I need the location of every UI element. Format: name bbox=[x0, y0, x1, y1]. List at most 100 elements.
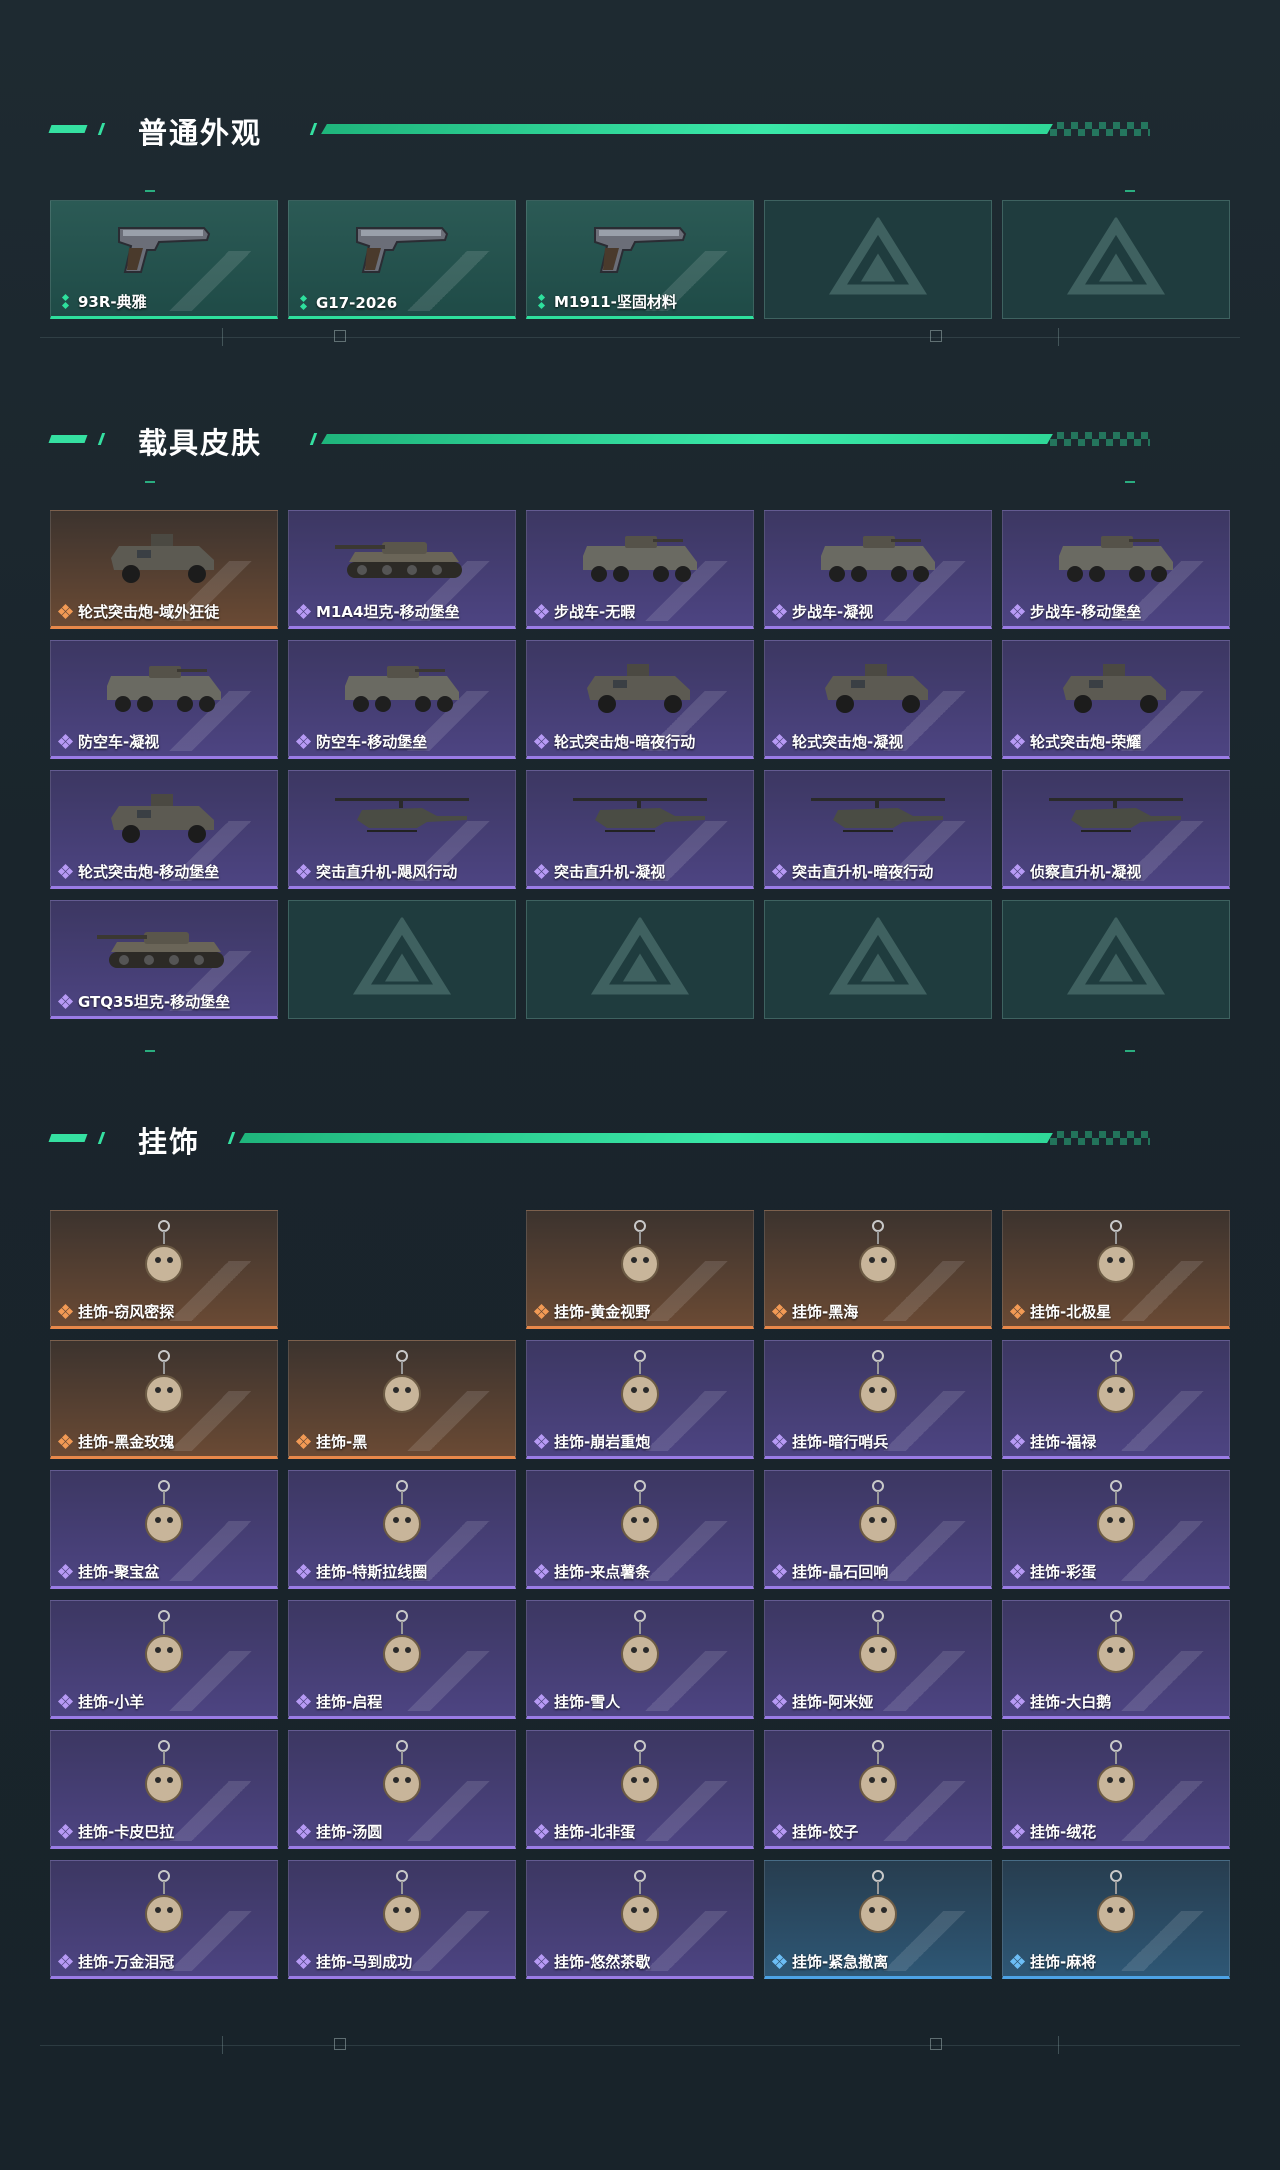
item-card[interactable]: 挂饰-卡皮巴拉 bbox=[50, 1730, 278, 1849]
item-label-text: 挂饰-黑金玫瑰 bbox=[78, 1433, 175, 1451]
item-card[interactable]: 挂饰-马到成功 bbox=[288, 1860, 516, 1979]
item-card[interactable]: 突击直升机-暗夜行动 bbox=[764, 770, 992, 889]
charm-icon bbox=[1003, 1215, 1229, 1297]
item-card[interactable]: 挂饰-北非蛋 bbox=[526, 1730, 754, 1849]
rarity-diamond-icon bbox=[1009, 733, 1026, 749]
charm-icon bbox=[289, 1865, 515, 1947]
item-label-text: 挂饰-窃风密探 bbox=[78, 1303, 175, 1321]
item-card[interactable]: 挂饰-暗行哨兵 bbox=[764, 1340, 992, 1459]
item-card[interactable]: 挂饰-黑 bbox=[288, 1340, 516, 1459]
item-label-text: M1911-坚固材料 bbox=[554, 293, 677, 311]
item-card[interactable]: 轮式突击炮-凝视 bbox=[764, 640, 992, 759]
item-label: 挂饰-卡皮巴拉 bbox=[57, 1821, 175, 1842]
item-card[interactable]: 挂饰-万金泪冠 bbox=[50, 1860, 278, 1979]
item-card[interactable]: 步战车-凝视 bbox=[764, 510, 992, 629]
item-label-text: 轮式突击炮-凝视 bbox=[792, 733, 904, 751]
item-card[interactable]: 挂饰-彩蛋 bbox=[1002, 1470, 1230, 1589]
item-card[interactable]: 挂饰-汤圆 bbox=[288, 1730, 516, 1849]
rarity-diamond-icon bbox=[533, 1823, 550, 1839]
item-label: 挂饰-麻将 bbox=[1009, 1951, 1096, 1972]
rarity-diamond-icon bbox=[1009, 1823, 1026, 1839]
item-label: 挂饰-紧急撤离 bbox=[771, 1951, 888, 1972]
item-label: 挂饰-聚宝盆 bbox=[57, 1561, 159, 1582]
rarity-diamond-icon bbox=[1009, 603, 1026, 619]
item-label: 挂饰-黄金视野 bbox=[533, 1301, 650, 1322]
item-label-text: 挂饰-崩岩重炮 bbox=[554, 1433, 651, 1451]
item-card[interactable]: 93R-典雅 bbox=[50, 200, 278, 319]
tank-icon bbox=[51, 905, 277, 987]
item-card[interactable]: 轮式突击炮-暗夜行动 bbox=[526, 640, 754, 759]
item-card[interactable]: 挂饰-阿米娅 bbox=[764, 1600, 992, 1719]
item-label: 挂饰-崩岩重炮 bbox=[533, 1431, 651, 1452]
item-label-text: M1A4坦克-移动堡垒 bbox=[316, 603, 460, 621]
item-card[interactable]: 侦察直升机-凝视 bbox=[1002, 770, 1230, 889]
item-card[interactable]: 挂饰-黑海 bbox=[764, 1210, 992, 1329]
section-title: 载具皮肤 bbox=[138, 426, 263, 460]
rarity-diamond-icon bbox=[57, 1563, 74, 1579]
item-card[interactable]: 步战车-移动堡垒 bbox=[1002, 510, 1230, 629]
item-card[interactable]: 挂饰-晶石回响 bbox=[764, 1470, 992, 1589]
armored-car-icon bbox=[51, 775, 277, 857]
charm-icon bbox=[527, 1215, 753, 1297]
item-label: 挂饰-大白鹅 bbox=[1009, 1691, 1111, 1712]
item-card[interactable]: 挂饰-饺子 bbox=[764, 1730, 992, 1849]
item-label: M1911-坚固材料 bbox=[535, 291, 677, 312]
item-card[interactable]: 挂饰-悠然茶歇 bbox=[526, 1860, 754, 1979]
item-card[interactable]: 挂饰-绒花 bbox=[1002, 1730, 1230, 1849]
rarity-diamond-icon bbox=[57, 1433, 74, 1449]
item-card[interactable]: 挂饰-黑金玫瑰 bbox=[50, 1340, 278, 1459]
charm-icon bbox=[527, 1475, 753, 1557]
charm-icon bbox=[51, 1735, 277, 1817]
item-card[interactable]: 轮式突击炮-域外狂徒 bbox=[50, 510, 278, 629]
item-card[interactable]: 挂饰-聚宝盆 bbox=[50, 1470, 278, 1589]
item-label: 防空车-凝视 bbox=[57, 731, 159, 752]
rarity-diamond-icon bbox=[771, 1693, 788, 1709]
item-card[interactable]: 挂饰-大白鹅 bbox=[1002, 1600, 1230, 1719]
charm-icon bbox=[289, 1475, 515, 1557]
item-label-text: 挂饰-卡皮巴拉 bbox=[78, 1823, 175, 1841]
item-card[interactable]: 挂饰-窃风密探 bbox=[50, 1210, 278, 1329]
item-card[interactable]: 轮式突击炮-荣耀 bbox=[1002, 640, 1230, 759]
item-label-text: 挂饰-启程 bbox=[316, 1693, 383, 1711]
header-checker-pattern bbox=[1050, 122, 1150, 136]
rarity-diamond-icon bbox=[57, 1823, 74, 1839]
item-label-text: 挂饰-汤圆 bbox=[316, 1823, 383, 1841]
empty-slot bbox=[288, 900, 516, 1019]
item-label-text: 挂饰-彩蛋 bbox=[1030, 1563, 1097, 1581]
item-card[interactable]: GTQ35坦克-移动堡垒 bbox=[50, 900, 278, 1019]
item-card[interactable]: 轮式突击炮-移动堡垒 bbox=[50, 770, 278, 889]
item-card[interactable]: 挂饰-紧急撤离 bbox=[764, 1860, 992, 1979]
item-card[interactable]: 突击直升机-飓风行动 bbox=[288, 770, 516, 889]
rarity-diamond-icon bbox=[295, 1563, 312, 1579]
item-card[interactable]: 挂饰-崩岩重炮 bbox=[526, 1340, 754, 1459]
item-label: 挂饰-特斯拉线圈 bbox=[295, 1561, 427, 1582]
item-card[interactable]: 防空车-移动堡垒 bbox=[288, 640, 516, 759]
item-card[interactable]: M1911-坚固材料 bbox=[526, 200, 754, 319]
item-card[interactable]: 防空车-凝视 bbox=[50, 640, 278, 759]
item-card[interactable]: 挂饰-小羊 bbox=[50, 1600, 278, 1719]
item-card[interactable]: 挂饰-雪人 bbox=[526, 1600, 754, 1719]
item-card[interactable]: 挂饰-来点薯条 bbox=[526, 1470, 754, 1589]
item-card[interactable]: 挂饰-福禄 bbox=[1002, 1340, 1230, 1459]
item-card[interactable]: 挂饰-启程 bbox=[288, 1600, 516, 1719]
delta-logo-icon bbox=[565, 915, 715, 1002]
rarity-diamond-icon bbox=[771, 1433, 788, 1449]
header-accent-slash bbox=[97, 123, 106, 135]
rarity-diamond-icon bbox=[771, 1953, 788, 1969]
ifv-icon bbox=[765, 515, 991, 597]
item-label: 挂饰-雪人 bbox=[533, 1691, 620, 1712]
rarity-diamond-icon bbox=[57, 993, 74, 1009]
item-card[interactable]: 挂饰-麻将 bbox=[1002, 1860, 1230, 1979]
item-label-text: 侦察直升机-凝视 bbox=[1030, 863, 1142, 881]
charm-icon bbox=[51, 1345, 277, 1427]
item-label-text: 步战车-移动堡垒 bbox=[1030, 603, 1142, 621]
item-card[interactable]: M1A4坦克-移动堡垒 bbox=[288, 510, 516, 629]
item-card[interactable]: 挂饰-黄金视野 bbox=[526, 1210, 754, 1329]
item-card[interactable]: 突击直升机-凝视 bbox=[526, 770, 754, 889]
item-card[interactable]: 挂饰-特斯拉线圈 bbox=[288, 1470, 516, 1589]
helicopter-icon bbox=[765, 775, 991, 857]
item-card[interactable]: G17-2026 bbox=[288, 200, 516, 319]
item-card[interactable]: 挂饰-北极星 bbox=[1002, 1210, 1230, 1329]
pistol-icon bbox=[289, 205, 515, 287]
item-card[interactable]: 步战车-无暇 bbox=[526, 510, 754, 629]
